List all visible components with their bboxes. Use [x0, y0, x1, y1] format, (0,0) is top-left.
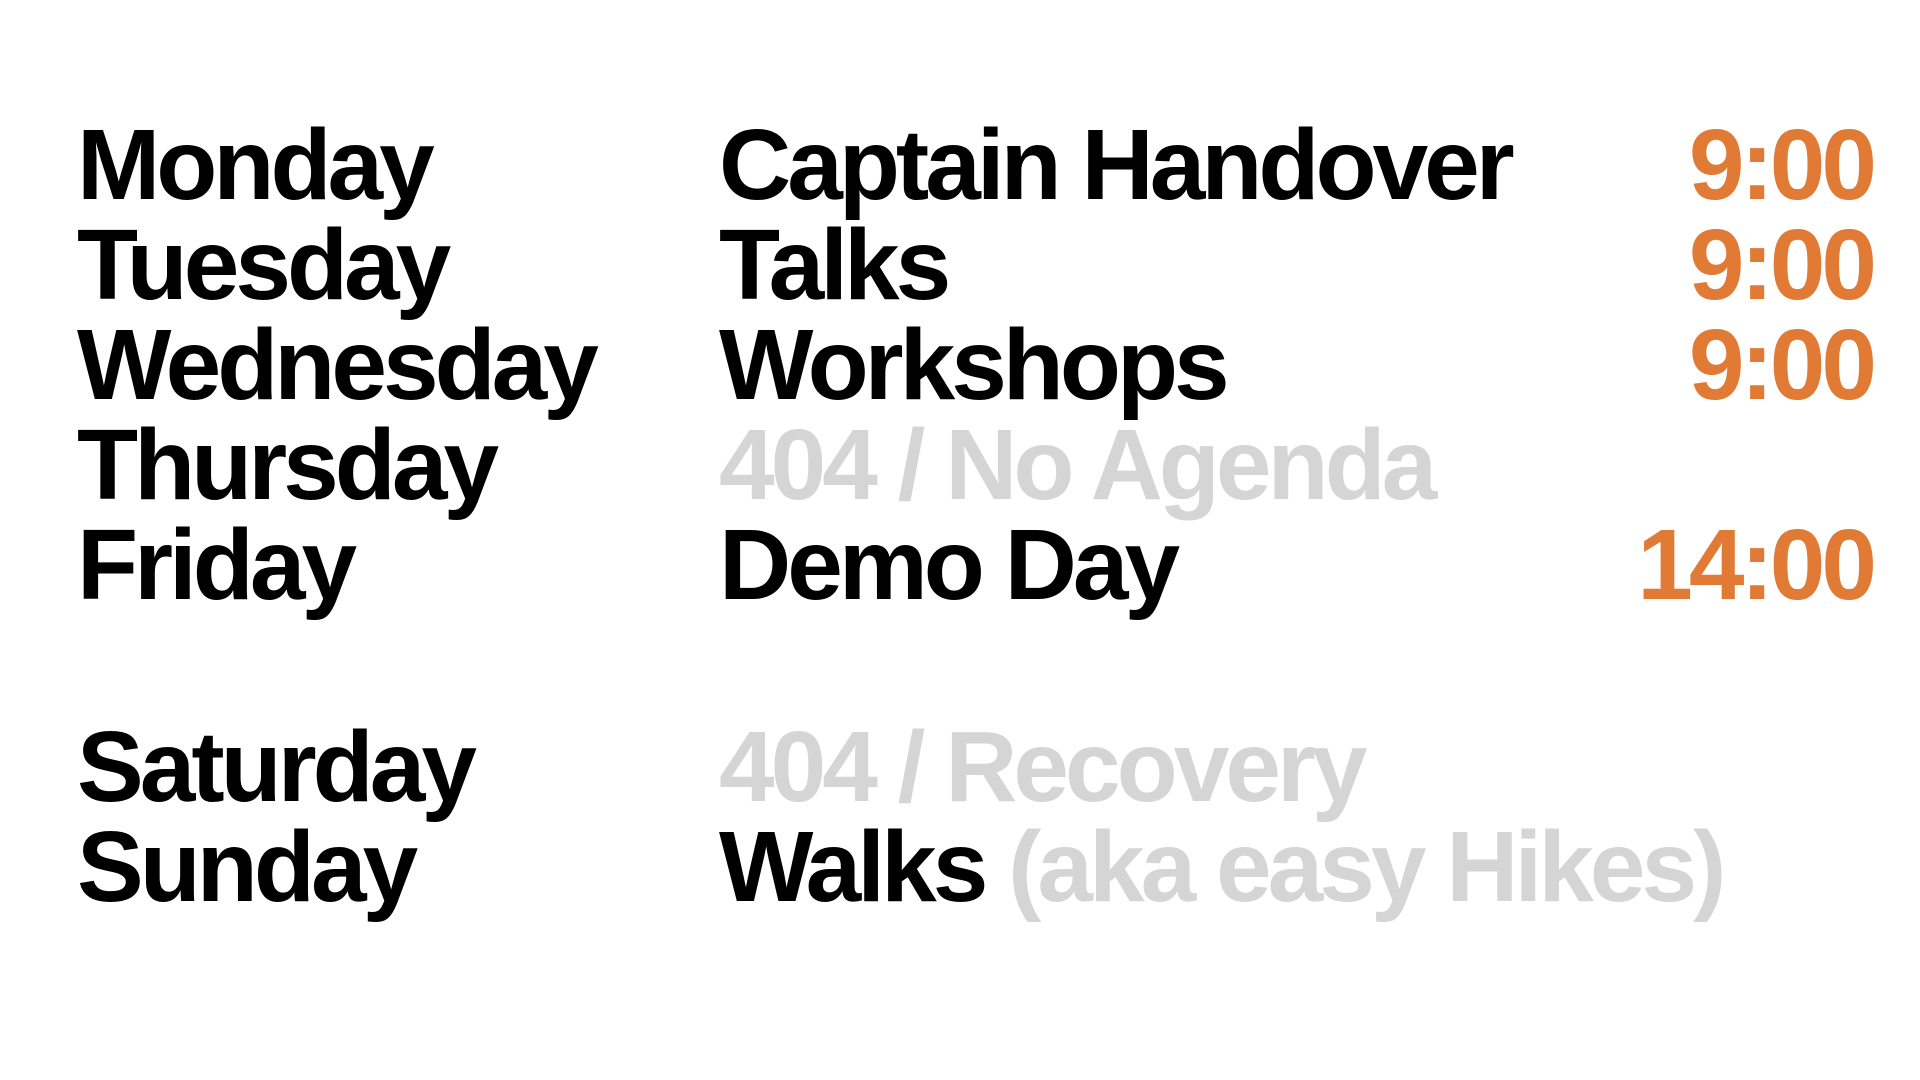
- schedule-row-saturday: Saturday 404 / Recovery: [77, 717, 1873, 817]
- day-label: Friday: [77, 509, 357, 621]
- event-label: Demo Day: [719, 509, 1180, 621]
- time-label: 9:00: [1688, 309, 1877, 421]
- event-note: (aka easy Hikes): [1008, 811, 1726, 923]
- schedule-row-thursday: Thursday 404 / No Agenda: [77, 415, 1873, 515]
- event-label: 404 / Recovery: [719, 711, 1367, 823]
- day-label: Wednesday: [77, 309, 599, 421]
- event-label: Talks: [719, 209, 951, 321]
- day-label: Thursday: [77, 409, 499, 521]
- day-label: Tuesday: [77, 209, 451, 321]
- event-label: Captain Handover: [719, 109, 1515, 221]
- time-label: 9:00: [1688, 209, 1877, 321]
- day-label: Saturday: [77, 711, 477, 823]
- schedule-row-monday: Monday Captain Handover 9:00: [77, 109, 1877, 221]
- schedule-row-sunday: Sunday Walks (aka easy Hikes): [77, 817, 1873, 917]
- event-group: Walks (aka easy Hikes): [719, 817, 1726, 917]
- schedule-row-wednesday: Wednesday Workshops 9:00: [77, 309, 1877, 421]
- time-label: 14:00: [1637, 509, 1877, 621]
- schedule-row-friday: Friday Demo Day 14:00: [77, 509, 1877, 621]
- day-label: Monday: [77, 109, 435, 221]
- time-label: 9:00: [1688, 109, 1877, 221]
- event-label: Walks: [719, 811, 988, 923]
- event-label: 404 / No Agenda: [719, 409, 1437, 521]
- weekly-schedule-slide: Monday Captain Handover 9:00 Tuesday Tal…: [0, 0, 1920, 1080]
- day-label: Sunday: [77, 811, 418, 923]
- schedule-row-tuesday: Tuesday Talks 9:00: [77, 209, 1877, 321]
- event-label: Workshops: [719, 309, 1230, 421]
